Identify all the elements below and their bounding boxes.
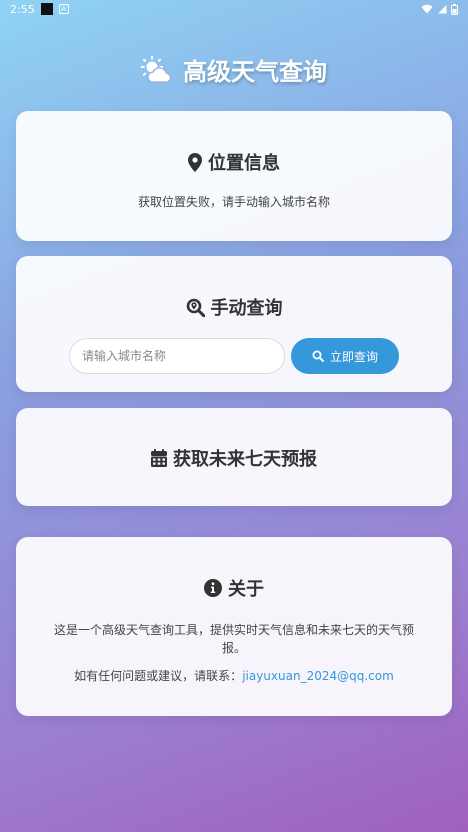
about-contact: 如有任何问题或建议，请联系：jiayuxuan_2024@qq.com xyxy=(16,667,452,685)
about-card: 关于 这是一个高级天气查询工具，提供实时天气信息和未来七天的天气预报。 如有任何… xyxy=(16,537,452,716)
manual-title: 手动查询 xyxy=(210,298,283,319)
calendar-icon xyxy=(151,449,167,467)
search-location-icon xyxy=(186,298,205,317)
city-search-input[interactable] xyxy=(69,338,285,374)
signal-icon xyxy=(438,5,447,14)
map-marker-icon xyxy=(188,152,202,172)
wifi-icon xyxy=(421,4,433,14)
contact-prefix: 如有任何问题或建议，请联系： xyxy=(74,669,243,683)
search-icon xyxy=(312,350,324,362)
manual-search-card: 手动查询 立即查询 xyxy=(16,256,452,392)
status-bar-left: 2:55 A xyxy=(10,3,69,16)
about-title: 关于 xyxy=(228,579,264,600)
status-bar: 2:55 A xyxy=(0,0,468,18)
contact-email-link[interactable]: jiayuxuan_2024@qq.com xyxy=(242,669,394,683)
status-bar-right xyxy=(421,3,458,15)
notification-icon xyxy=(40,3,53,15)
app-title-text: 高级天气查询 xyxy=(183,58,327,86)
manual-heading: 手动查询 xyxy=(16,294,452,320)
about-description: 这是一个高级天气查询工具，提供实时天气信息和未来七天的天气预报。 xyxy=(53,623,414,655)
app-badge-icon: A xyxy=(58,4,69,14)
search-row: 立即查询 xyxy=(16,338,452,374)
weather-sun-cloud-icon xyxy=(141,55,172,83)
search-now-label: 立即查询 xyxy=(329,349,378,364)
location-heading: 位置信息 xyxy=(16,149,452,175)
location-card: 位置信息 获取位置失败，请手动输入城市名称 xyxy=(16,111,452,241)
location-status-message: 获取位置失败，请手动输入城市名称 xyxy=(137,195,330,209)
forecast-title: 获取未来七天预报 xyxy=(173,449,317,470)
app-title: 高级天气查询 xyxy=(0,52,468,87)
search-now-button[interactable]: 立即查询 xyxy=(291,338,399,374)
status-time: 2:55 xyxy=(10,2,35,16)
forecast-heading[interactable]: 获取未来七天预报 xyxy=(16,445,452,471)
about-heading: 关于 xyxy=(16,575,452,601)
info-circle-icon xyxy=(204,579,222,597)
battery-icon xyxy=(451,3,458,15)
location-title: 位置信息 xyxy=(208,153,280,174)
forecast-card[interactable]: 获取未来七天预报 xyxy=(16,408,452,506)
